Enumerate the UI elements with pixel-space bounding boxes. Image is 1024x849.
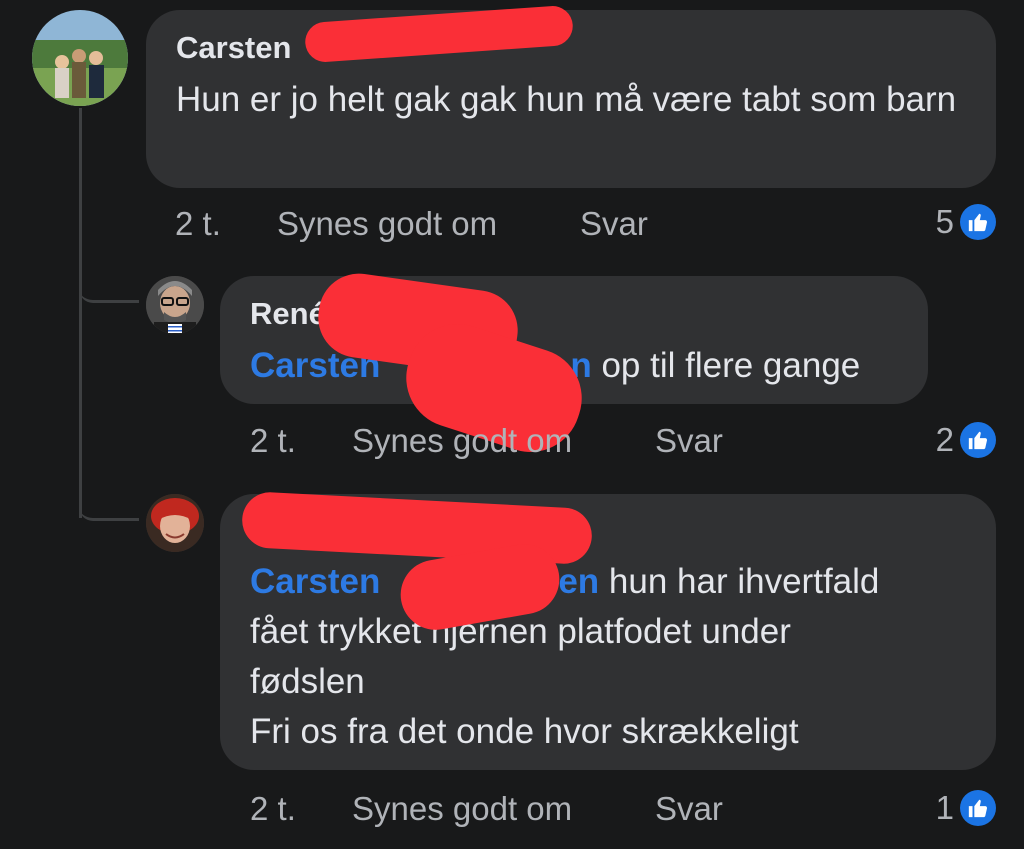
comment-bubble: Carsten Hun er jo helt gak gak hun må væ… [146, 10, 996, 188]
comment-text: Hun er jo helt gak gak hun må være tabt … [176, 80, 957, 119]
reply-button[interactable]: Svar [655, 422, 723, 460]
comment-time: 2 t. [175, 205, 221, 242]
thumbs-up-icon [960, 790, 996, 826]
like-action-button[interactable]: Synes godt om [277, 205, 497, 243]
reply-button[interactable]: Svar [655, 790, 723, 828]
like-count[interactable]: 5 [936, 203, 996, 241]
comment-body: op til flere gange [601, 346, 861, 385]
comment-body-line-3: fødslen [250, 662, 365, 701]
reply-button[interactable]: Svar [580, 205, 648, 243]
avatar[interactable] [32, 10, 128, 106]
group-photo-avatar-icon [32, 10, 128, 106]
like-count-value: 2 [935, 421, 954, 458]
mention-link[interactable]: Carsten [250, 562, 380, 601]
like-count[interactable]: 1 [936, 789, 996, 827]
comment-text: Carsten en hun har ihvertfald fået trykke… [250, 557, 990, 757]
thread-line [79, 108, 82, 518]
thread-branch-2 [79, 490, 139, 521]
comment-actions: 2 t. Synes godt om Svar [175, 205, 675, 245]
thumbs-up-icon [960, 422, 996, 458]
woman-red-hair-avatar-icon [146, 494, 204, 552]
thread-branch-1 [79, 270, 139, 303]
thumbs-up-icon [960, 204, 996, 240]
comment-author[interactable]: Carsten [176, 30, 291, 66]
comment-time: 2 t. [250, 422, 296, 459]
comment-body-line-1: hun har ihvertfald [608, 562, 880, 601]
like-count[interactable]: 2 [936, 421, 996, 459]
comment-body-line-4: Fri os fra det onde hvor skrækkeligt [250, 712, 799, 751]
avatar[interactable] [146, 276, 204, 334]
comment-author[interactable]: René [250, 296, 326, 332]
like-action-button[interactable]: Synes godt om [352, 422, 572, 460]
like-count-value: 5 [935, 203, 954, 240]
comment-time: 2 t. [250, 790, 296, 827]
man-glasses-avatar-icon [146, 276, 204, 334]
comment-actions: 2 t. Synes godt om Svar [250, 790, 750, 830]
like-action-button[interactable]: Synes godt om [352, 790, 572, 828]
avatar[interactable] [146, 494, 204, 552]
mention-link-end[interactable]: en [558, 562, 599, 601]
comment-body-line-2: fået trykket hjernen platfodet under [250, 612, 791, 651]
like-count-value: 1 [935, 789, 954, 826]
comment-actions: 2 t. Synes godt om Svar [250, 422, 750, 462]
